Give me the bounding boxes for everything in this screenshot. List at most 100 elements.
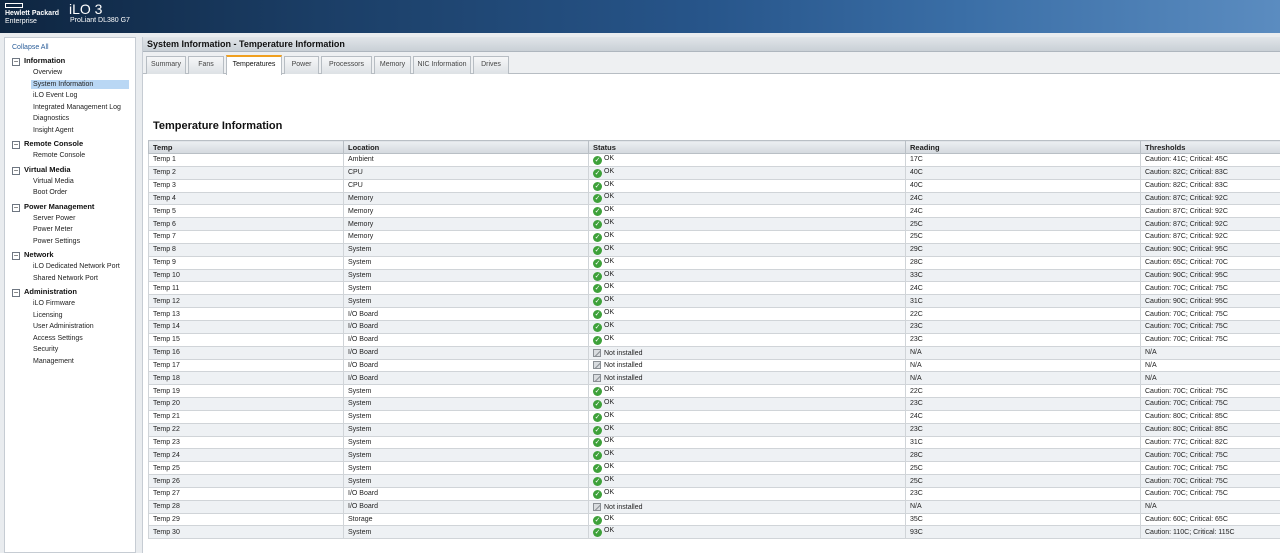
nav-item-power-meter[interactable]: Power Meter <box>31 225 75 234</box>
nav-item-overview[interactable]: Overview <box>31 68 64 77</box>
cell-thresholds: Caution: 87C; Critical: 92C <box>1140 217 1280 232</box>
nav-section-network[interactable]: − Network <box>12 250 54 260</box>
check-circle-icon: ✓ <box>593 528 602 538</box>
cell-thresholds: N/A <box>1140 345 1280 360</box>
tab-fans[interactable]: Fans <box>188 56 224 74</box>
nav-item-system-information[interactable]: System Information <box>31 79 129 89</box>
hpe-logo[interactable]: Hewlett Packard Enterprise <box>5 3 63 26</box>
tab-memory[interactable]: Memory <box>374 56 411 74</box>
cell-location: CPU <box>343 165 589 180</box>
collapse-toggle-icon[interactable]: − <box>12 58 20 66</box>
not-installed-icon <box>593 361 601 370</box>
table-row: Temp 26 System ✓ OK 25C Caution: 70C; Critica… <box>148 474 1280 488</box>
tab-drives[interactable]: Drives <box>473 56 509 74</box>
cell-thresholds: N/A <box>1140 499 1280 514</box>
column-header-temp[interactable]: Temp <box>148 140 344 154</box>
collapse-all-link[interactable]: Collapse All <box>12 44 49 51</box>
status-text: OK <box>604 244 615 252</box>
cell-thresholds: Caution: 90C; Critical: 95C <box>1140 268 1280 283</box>
nav-section-administration[interactable]: − Administration <box>12 287 77 297</box>
cell-reading: 22C <box>905 307 1141 321</box>
table-row: Temp 17 I/O Board Not installed N/A N/A <box>148 358 1280 373</box>
column-header-status[interactable]: Status <box>588 140 906 154</box>
cell-location: System <box>343 461 589 476</box>
nav-item-integrated-management-log[interactable]: Integrated Management Log <box>31 103 123 112</box>
tab-power[interactable]: Power <box>284 56 319 74</box>
nav-section-virtual-media[interactable]: − Virtual Media <box>12 165 71 175</box>
nav-item-ilo-dedicated-network-port[interactable]: iLO Dedicated Network Port <box>31 262 122 271</box>
nav-item-user-administration[interactable]: User Administration <box>31 322 96 331</box>
collapse-toggle-icon[interactable]: − <box>12 166 20 175</box>
nav-item-ilo-event-log[interactable]: iLO Event Log <box>31 91 79 100</box>
collapse-toggle-icon[interactable]: − <box>12 289 20 297</box>
column-header-location[interactable]: Location <box>343 140 589 154</box>
cell-status: Not installed <box>588 358 906 373</box>
temperature-table: Temp Location Status Reading Thresholds Temp… <box>148 140 1280 540</box>
nav-section-power-management[interactable]: − Power Management <box>12 202 94 212</box>
cell-temp: Temp 9 <box>148 255 344 270</box>
nav-item-insight-agent[interactable]: Insight Agent <box>31 126 75 135</box>
nav-item-boot-order[interactable]: Boot Order <box>31 188 69 197</box>
cell-location: Memory <box>343 217 589 232</box>
cell-temp: Temp 20 <box>148 397 344 411</box>
check-circle-icon: ✓ <box>593 451 602 461</box>
column-header-reading[interactable]: Reading <box>905 140 1141 154</box>
check-circle-icon: ✓ <box>593 412 602 422</box>
status-text: OK <box>604 296 615 304</box>
cell-thresholds: N/A <box>1140 371 1280 386</box>
table-row: Temp 11 System ✓ OK 24C Caution: 70C; Critica… <box>148 281 1280 296</box>
nav-section-remote-console[interactable]: − Remote Console <box>12 139 83 149</box>
check-circle-icon: ✓ <box>593 399 602 409</box>
cell-status: ✓ OK <box>588 165 906 180</box>
column-header-thresholds[interactable]: Thresholds <box>1140 140 1280 154</box>
collapse-toggle-icon[interactable]: − <box>12 252 20 260</box>
cell-temp: Temp 17 <box>148 358 344 373</box>
collapse-toggle-icon[interactable]: − <box>12 141 20 149</box>
cell-location: I/O Board <box>343 486 589 501</box>
cell-temp: Temp 24 <box>148 448 344 463</box>
tab-nic-information[interactable]: NIC Information <box>413 56 471 74</box>
nav-item-access-settings[interactable]: Access Settings <box>31 334 85 343</box>
check-circle-icon: ✓ <box>593 425 602 435</box>
nav-item-management[interactable]: Management <box>31 357 76 366</box>
check-circle-icon: ✓ <box>593 464 602 474</box>
cell-status: ✓ OK <box>588 409 906 424</box>
table-row: Temp 15 I/O Board ✓ OK 23C Caution: 70C; Crit… <box>148 332 1280 347</box>
status-text: OK <box>604 219 615 227</box>
nav-item-security[interactable]: Security <box>31 345 60 354</box>
nav-item-ilo-firmware[interactable]: iLO Firmware <box>31 299 77 308</box>
check-circle-icon: ✓ <box>593 284 602 294</box>
nav-item-shared-network-port[interactable]: Shared Network Port <box>31 274 100 283</box>
cell-thresholds: Caution: 70C; Critical: 75C <box>1140 474 1280 488</box>
table-row: Temp 25 System ✓ OK 25C Caution: 70C; Critica… <box>148 461 1280 476</box>
status-text: Not installed <box>604 503 643 511</box>
nav-item-virtual-media[interactable]: Virtual Media <box>31 177 76 186</box>
nav-item-power-settings[interactable]: Power Settings <box>31 237 82 246</box>
nav-item-diagnostics[interactable]: Diagnostics <box>31 114 71 123</box>
nav-item-licensing[interactable]: Licensing <box>31 311 65 320</box>
status-text: OK <box>604 488 615 496</box>
cell-status: Not installed <box>588 345 906 360</box>
check-circle-icon: ✓ <box>593 207 602 217</box>
tab-summary[interactable]: Summary <box>146 56 186 74</box>
nav-section-information[interactable]: − Information <box>12 56 65 66</box>
check-circle-icon: ✓ <box>593 515 602 525</box>
cell-reading: 17C <box>905 153 1141 167</box>
collapse-toggle-icon[interactable]: − <box>12 203 20 212</box>
cell-reading: 23C <box>905 397 1141 411</box>
tab-temperatures[interactable]: Temperatures <box>226 55 282 75</box>
check-circle-icon: ✓ <box>593 194 602 204</box>
table-row: Temp 18 I/O Board Not installed N/A N/A <box>148 371 1280 386</box>
table-row: Temp 6 Memory ✓ OK 25C Caution: 87C; Critical… <box>148 217 1280 232</box>
nav-section-label: Administration <box>24 287 77 296</box>
cell-status: ✓ OK <box>588 435 906 450</box>
cell-location: System <box>343 281 589 296</box>
cell-reading: 28C <box>905 448 1141 463</box>
check-circle-icon: ✓ <box>593 258 602 268</box>
cell-location: I/O Board <box>343 332 589 347</box>
cell-status: ✓ OK <box>588 448 906 463</box>
nav-item-server-power[interactable]: Server Power <box>31 214 77 223</box>
tab-processors[interactable]: Processors <box>321 56 372 74</box>
nav-item-remote-console[interactable]: Remote Console <box>31 151 87 160</box>
table-row: Temp 23 System ✓ OK 31C Caution: 77C; Critica… <box>148 435 1280 450</box>
